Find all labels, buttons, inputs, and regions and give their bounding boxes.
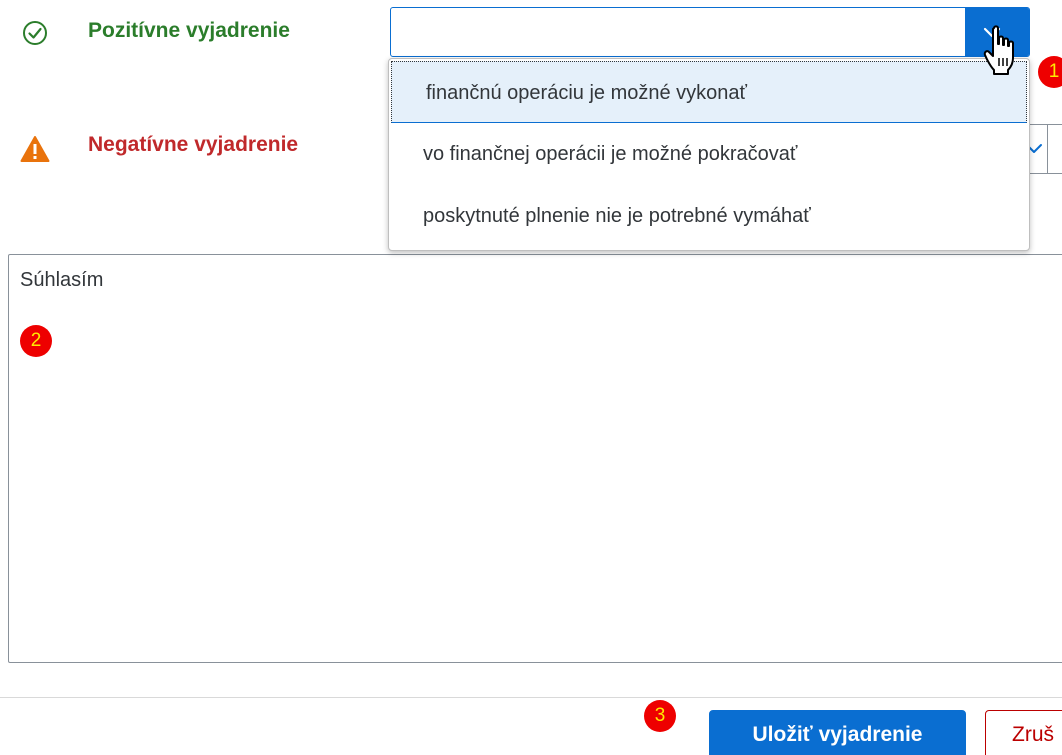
comment-textarea[interactable]: Súhlasím [8, 254, 1062, 663]
step-badge-2: 2 [20, 325, 52, 357]
negative-statement-label: Negatívne vyjadrenie [88, 133, 299, 156]
footer-divider [0, 697, 1062, 698]
check-circle-icon [23, 21, 47, 45]
dropdown-list: finančnú operáciu je možné vykonať vo fi… [388, 58, 1030, 251]
dropdown-option[interactable]: finančnú operáciu je možné vykonať [391, 61, 1027, 123]
step-badge-1: 1 [1038, 56, 1062, 88]
warning-triangle-icon [20, 136, 50, 162]
positive-statement-label: Pozitívne vyjadrenie [88, 19, 290, 42]
dropdown-option[interactable]: poskytnuté plnenie nie je potrebné vymáh… [389, 185, 1029, 247]
positive-statement-combobox[interactable] [390, 7, 1030, 57]
combobox-divider [1047, 125, 1048, 173]
positive-statement-input[interactable] [391, 8, 965, 56]
step-badge-3: 3 [644, 700, 676, 732]
save-statement-button[interactable]: Uložiť vyjadrenie [709, 710, 966, 755]
dropdown-option[interactable]: vo finančnej operácii je možné pokračova… [389, 123, 1029, 185]
cancel-button[interactable]: Zruš [985, 710, 1062, 755]
hand-cursor-icon [983, 25, 1014, 75]
comment-text: Súhlasím [20, 269, 104, 291]
